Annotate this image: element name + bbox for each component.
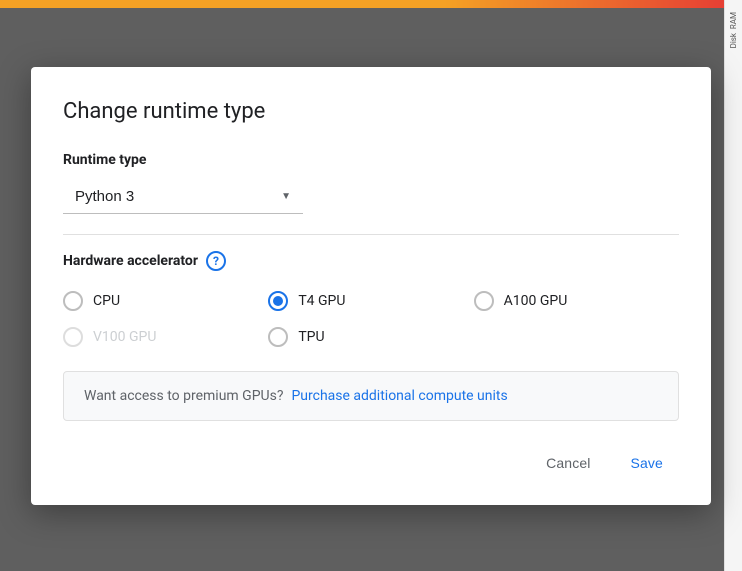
radio-circle-a100gpu xyxy=(474,291,494,311)
radio-circle-v100gpu xyxy=(63,327,83,347)
help-icon-symbol: ? xyxy=(213,254,219,268)
radio-label-t4gpu: T4 GPU xyxy=(298,293,345,309)
disk-label: Disk xyxy=(729,33,738,48)
change-runtime-dialog: Change runtime type Runtime type Python … xyxy=(31,67,711,505)
runtime-type-dropdown[interactable]: Python 3 ▼ xyxy=(63,180,303,214)
radio-circle-tpu xyxy=(268,327,288,347)
runtime-type-dropdown-container: Python 3 ▼ xyxy=(63,180,679,214)
radio-option-v100gpu: V100 GPU xyxy=(63,327,268,347)
purchase-units-link[interactable]: Purchase additional compute units xyxy=(291,388,507,404)
radio-option-tpu[interactable]: TPU xyxy=(268,327,473,347)
right-sidebar-panel: RAM Disk xyxy=(724,0,742,571)
chevron-down-icon: ▼ xyxy=(281,191,291,202)
save-button[interactable]: Save xyxy=(615,445,679,481)
radio-circle-cpu xyxy=(63,291,83,311)
cancel-button[interactable]: Cancel xyxy=(530,445,606,481)
radio-option-cpu[interactable]: CPU xyxy=(63,291,268,311)
radio-option-a100gpu[interactable]: A100 GPU xyxy=(474,291,679,311)
radio-label-v100gpu: V100 GPU xyxy=(93,329,156,345)
hardware-accelerator-header: Hardware accelerator ? xyxy=(63,251,679,271)
radio-label-tpu: TPU xyxy=(298,329,324,345)
runtime-type-label: Runtime type xyxy=(63,152,679,168)
runtime-type-selected: Python 3 xyxy=(75,188,134,205)
hardware-options-grid: CPU T4 GPU A100 GPU V100 GPU TPU xyxy=(63,291,679,347)
top-color-bar xyxy=(0,0,742,8)
radio-circle-t4gpu xyxy=(268,291,288,311)
dialog-title: Change runtime type xyxy=(63,99,679,124)
radio-option-t4gpu[interactable]: T4 GPU xyxy=(268,291,473,311)
radio-label-cpu: CPU xyxy=(93,293,120,309)
radio-label-a100gpu: A100 GPU xyxy=(504,293,568,309)
section-divider xyxy=(63,234,679,235)
ram-label: RAM xyxy=(729,12,738,29)
help-icon[interactable]: ? xyxy=(206,251,226,271)
info-box: Want access to premium GPUs? Purchase ad… xyxy=(63,371,679,421)
modal-footer: Cancel Save xyxy=(63,445,679,481)
info-box-text: Want access to premium GPUs? xyxy=(84,388,283,404)
hardware-accelerator-label: Hardware accelerator xyxy=(63,253,198,269)
